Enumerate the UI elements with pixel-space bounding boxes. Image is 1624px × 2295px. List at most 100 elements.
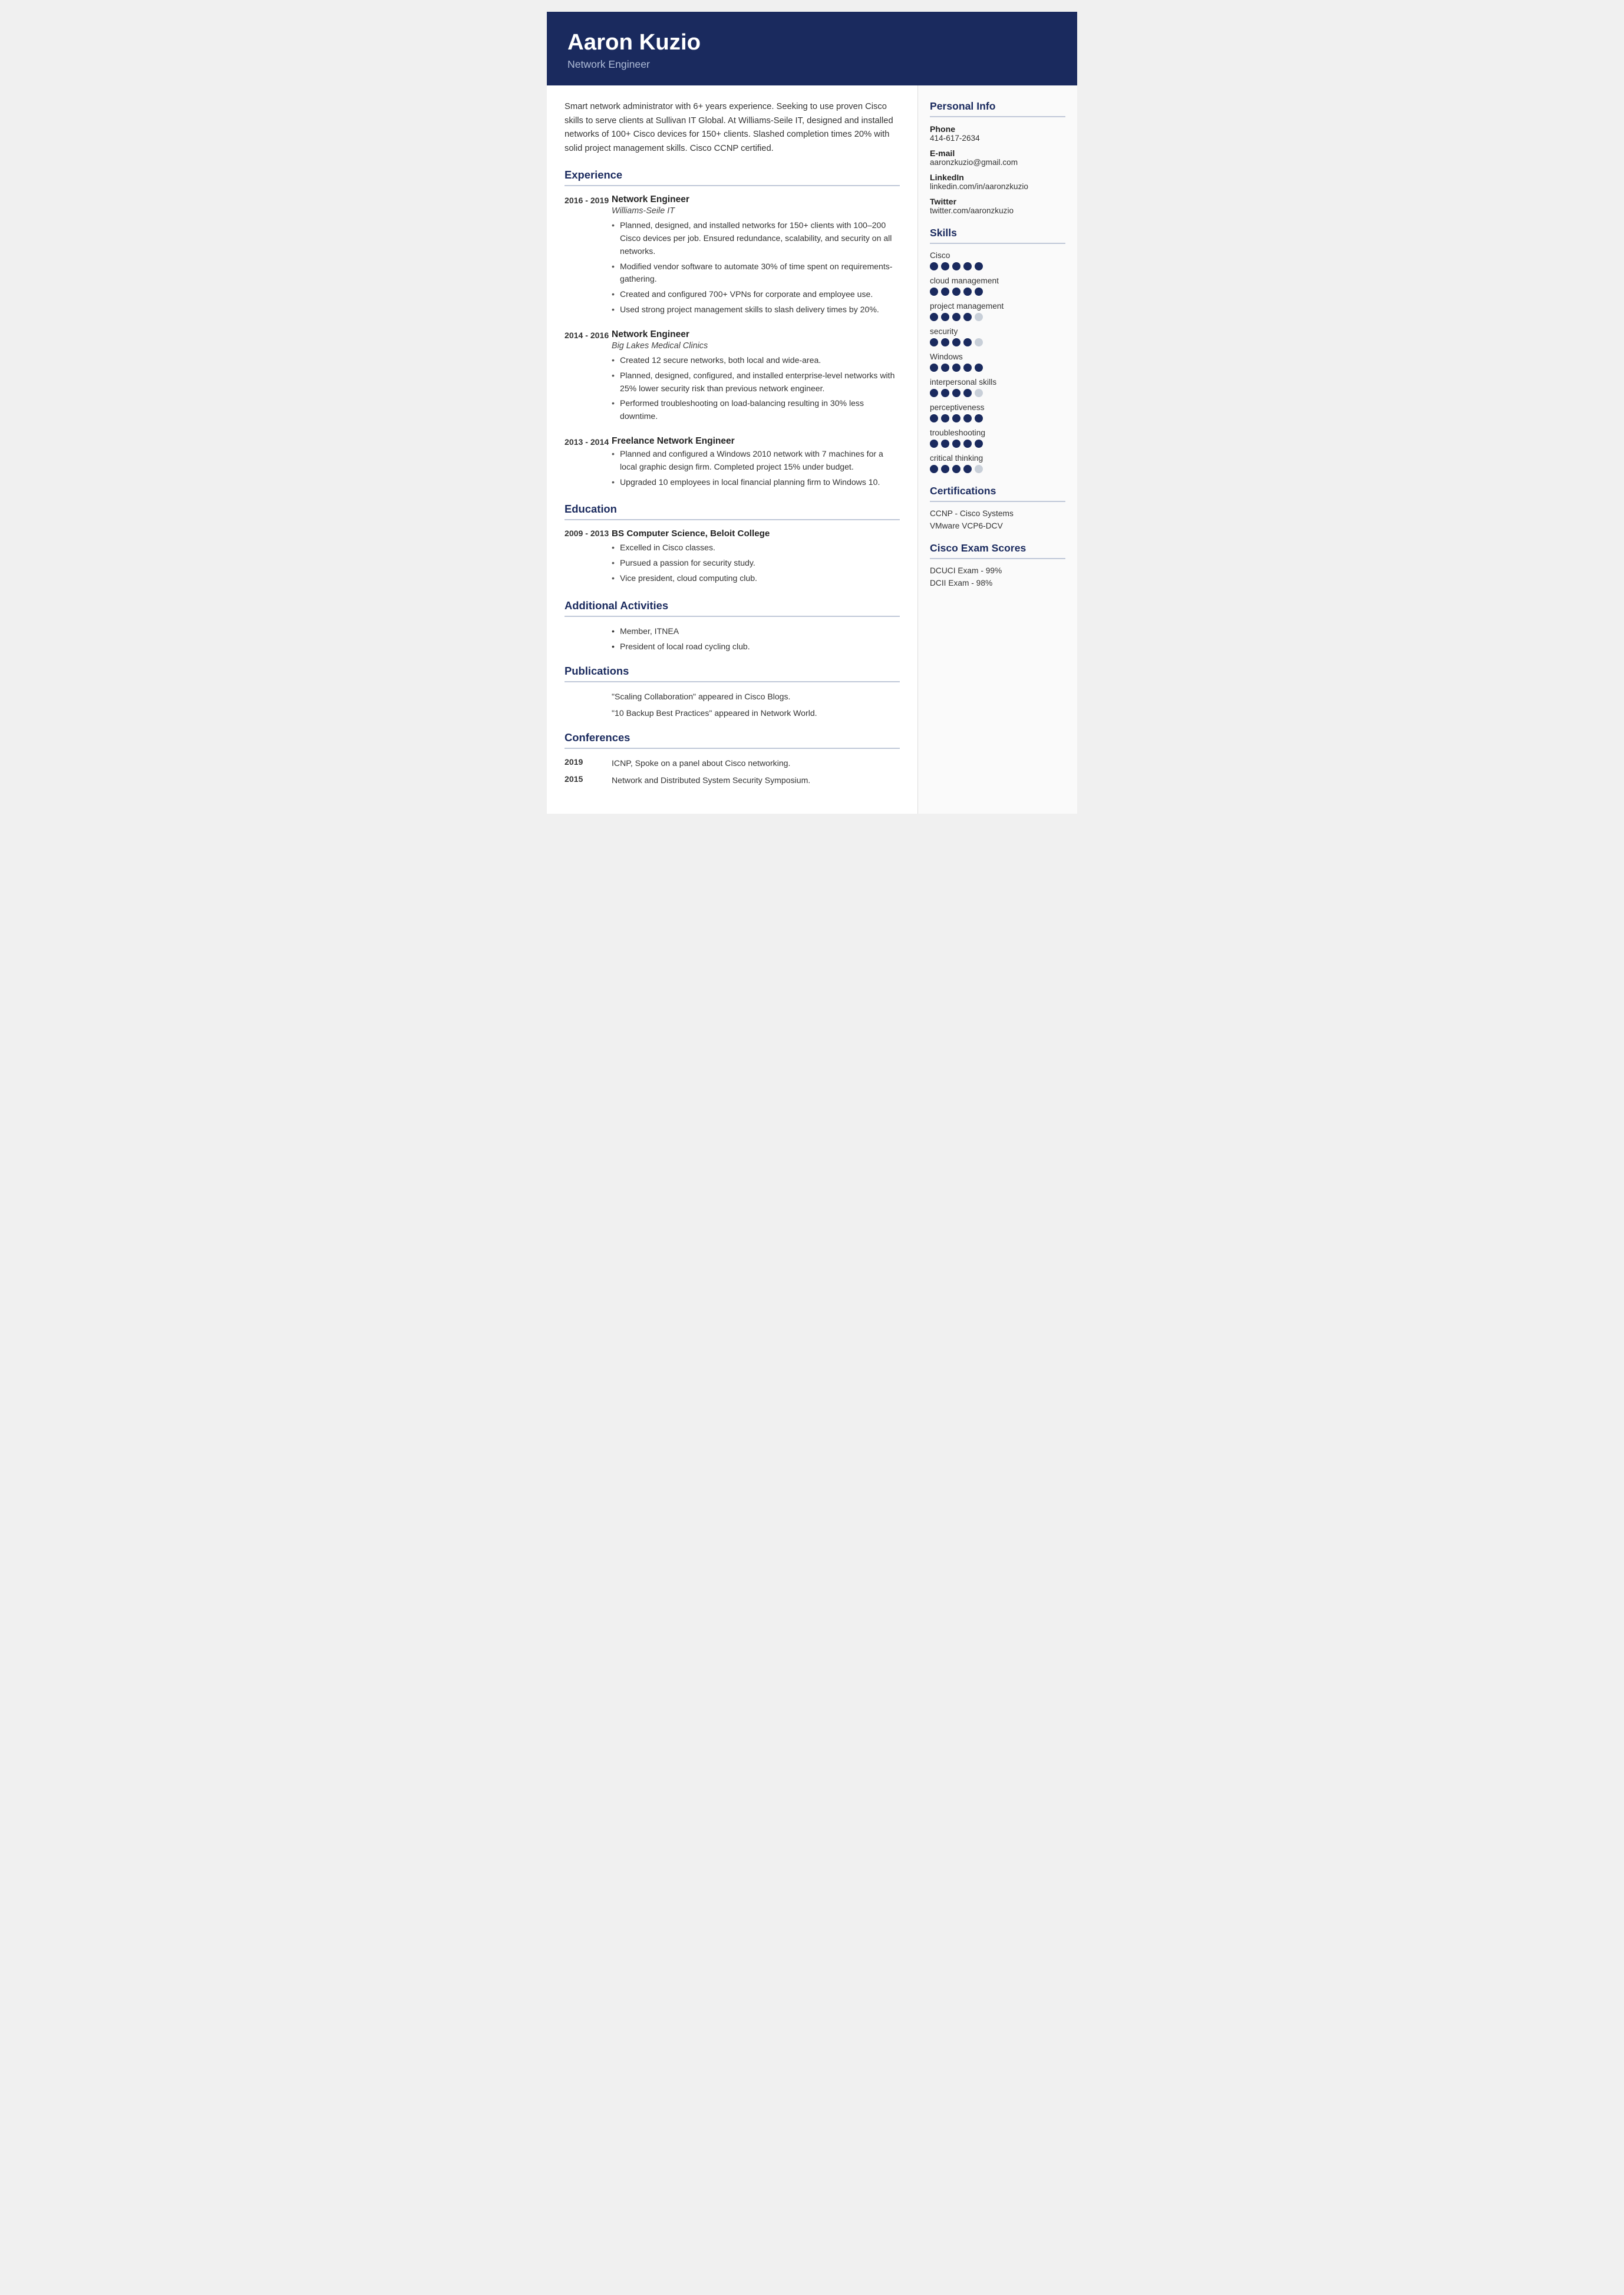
skill-dots-5: [930, 389, 1065, 397]
dot-filled: [975, 414, 983, 422]
resume-body: Smart network administrator with 6+ year…: [547, 85, 1077, 814]
twitter-value: twitter.com/aaronzkuzio: [930, 206, 1065, 215]
dot-filled: [963, 313, 972, 321]
skill-name-3: security: [930, 327, 1065, 336]
exam-scores-divider: [930, 558, 1065, 559]
exp-bullet-2-1: Upgraded 10 employees in local financial…: [612, 476, 900, 489]
experience-list: 2016 - 2019Network EngineerWilliams-Seil…: [565, 194, 900, 491]
cert-item-0: CCNP - Cisco Systems: [930, 509, 1065, 518]
education-heading: Education: [565, 503, 900, 516]
publications-heading: Publications: [565, 665, 900, 678]
dot-filled: [930, 440, 938, 448]
exp-dates-1: 2014 - 2016: [565, 329, 612, 425]
conference-item-1: 2015Network and Distributed System Secur…: [565, 774, 900, 787]
exam-scores-list: DCUCI Exam - 99%DCII Exam - 98%: [930, 566, 1065, 587]
dot-filled: [952, 313, 960, 321]
skill-item-3: security: [930, 327, 1065, 346]
experience-section: Experience 2016 - 2019Network EngineerWi…: [565, 169, 900, 491]
edu-bullet-0-1: Pursued a passion for security study.: [612, 557, 900, 570]
twitter-label: Twitter: [930, 197, 1065, 206]
certifications-section: Certifications CCNP - Cisco SystemsVMwar…: [930, 485, 1065, 530]
dot-filled: [930, 313, 938, 321]
conferences-heading: Conferences: [565, 731, 900, 744]
resume-header: Aaron Kuzio Network Engineer: [547, 12, 1077, 85]
email-label: E-mail: [930, 148, 1065, 158]
conf-year-0: 2019: [565, 757, 612, 770]
dot-filled: [941, 364, 949, 372]
experience-heading: Experience: [565, 169, 900, 181]
publications-list: "Scaling Collaboration" appeared in Cisc…: [565, 691, 900, 719]
dot-empty: [975, 465, 983, 473]
skill-dots-8: [930, 465, 1065, 473]
dot-filled: [975, 288, 983, 296]
dot-filled: [930, 414, 938, 422]
skills-heading: Skills: [930, 227, 1065, 239]
education-item-0: 2009 - 2013BS Computer Science, Beloit C…: [565, 529, 900, 587]
dot-filled: [941, 262, 949, 270]
conferences-section: Conferences 2019ICNP, Spoke on a panel a…: [565, 731, 900, 788]
skill-name-1: cloud management: [930, 276, 1065, 285]
activities-heading: Additional Activities: [565, 599, 900, 612]
exp-bullet-2-0: Planned and configured a Windows 2010 ne…: [612, 448, 900, 474]
dot-filled: [963, 262, 972, 270]
edu-dates-0: 2009 - 2013: [565, 529, 612, 587]
skill-item-4: Windows: [930, 352, 1065, 372]
dot-filled: [963, 338, 972, 346]
skill-dots-1: [930, 288, 1065, 296]
dot-filled: [930, 338, 938, 346]
dot-filled: [952, 389, 960, 397]
dot-filled: [975, 440, 983, 448]
skill-name-7: troubleshooting: [930, 428, 1065, 437]
publication-item-1: "10 Backup Best Practices" appeared in N…: [612, 707, 900, 719]
linkedin-item: LinkedIn linkedin.com/in/aaronzkuzio: [930, 173, 1065, 191]
linkedin-label: LinkedIn: [930, 173, 1065, 182]
conferences-divider: [565, 748, 900, 749]
summary-text: Smart network administrator with 6+ year…: [565, 100, 900, 156]
conference-item-0: 2019ICNP, Spoke on a panel about Cisco n…: [565, 757, 900, 770]
publications-section: Publications "Scaling Collaboration" app…: [565, 665, 900, 719]
skill-name-8: critical thinking: [930, 454, 1065, 463]
publications-divider: [565, 681, 900, 682]
activity-item-0: Member, ITNEA: [612, 625, 900, 638]
skill-dots-7: [930, 440, 1065, 448]
experience-divider: [565, 185, 900, 186]
dot-filled: [941, 389, 949, 397]
dot-filled: [941, 414, 949, 422]
conf-desc-1: Network and Distributed System Security …: [612, 774, 900, 787]
skill-item-2: project management: [930, 302, 1065, 321]
exp-role-2: Freelance Network Engineer: [612, 436, 900, 447]
email-item: E-mail aaronzkuzio@gmail.com: [930, 148, 1065, 167]
edu-bullet-0-2: Vice president, cloud computing club.: [612, 572, 900, 585]
main-column: Smart network administrator with 6+ year…: [547, 85, 918, 814]
dot-filled: [930, 465, 938, 473]
dot-filled: [930, 288, 938, 296]
activities-section: Additional Activities Member, ITNEAPresi…: [565, 599, 900, 653]
exam-scores-heading: Cisco Exam Scores: [930, 542, 1065, 554]
exp-company-1: Big Lakes Medical Clinics: [612, 341, 900, 351]
certifications-heading: Certifications: [930, 485, 1065, 497]
activities-list: Member, ITNEAPresident of local road cyc…: [565, 625, 900, 653]
activities-block: Member, ITNEAPresident of local road cyc…: [565, 625, 900, 653]
dot-empty: [975, 313, 983, 321]
skill-name-0: Cisco: [930, 251, 1065, 260]
dot-filled: [952, 465, 960, 473]
conferences-list: 2019ICNP, Spoke on a panel about Cisco n…: [565, 757, 900, 788]
exp-content-1: Network EngineerBig Lakes Medical Clinic…: [612, 329, 900, 425]
skills-section: Skills Cisco cloud management project mana…: [930, 227, 1065, 473]
skill-dots-4: [930, 364, 1065, 372]
sidebar-column: Personal Info Phone 414-617-2634 E-mail …: [918, 85, 1077, 814]
phone-label: Phone: [930, 124, 1065, 134]
skill-dots-0: [930, 262, 1065, 270]
dot-filled: [941, 465, 949, 473]
exp-role-1: Network Engineer: [612, 329, 900, 340]
skill-item-8: critical thinking: [930, 454, 1065, 473]
skill-name-6: perceptiveness: [930, 403, 1065, 412]
exp-bullet-1-2: Performed troubleshooting on load-balanc…: [612, 397, 900, 423]
experience-item-0: 2016 - 2019Network EngineerWilliams-Seil…: [565, 194, 900, 319]
dot-filled: [930, 364, 938, 372]
edu-content-0: BS Computer Science, Beloit CollegeExcel…: [612, 529, 900, 587]
education-list: 2009 - 2013BS Computer Science, Beloit C…: [565, 529, 900, 587]
edu-degree-0: BS Computer Science, Beloit College: [612, 529, 900, 539]
dot-filled: [952, 440, 960, 448]
dot-filled: [941, 313, 949, 321]
